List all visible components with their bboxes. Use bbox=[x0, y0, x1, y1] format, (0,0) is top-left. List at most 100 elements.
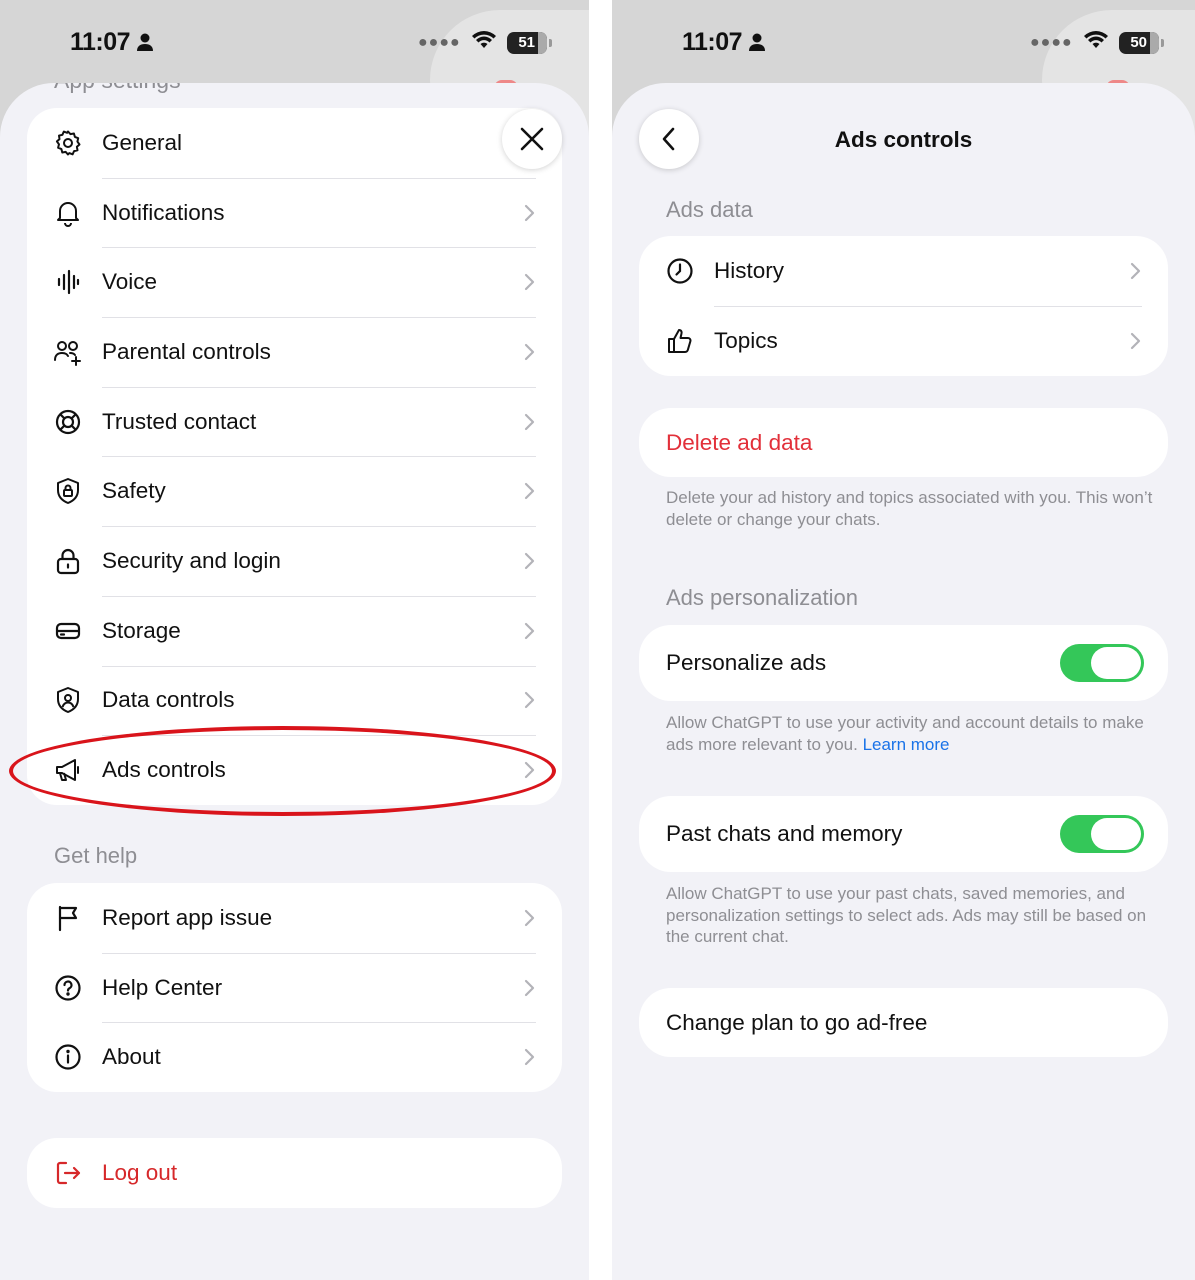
chevron-right-icon bbox=[524, 692, 535, 709]
ads-controls-sheet: Ads controls Ads data History Topics Del… bbox=[612, 83, 1195, 1280]
people-add-icon bbox=[53, 337, 83, 367]
person-icon bbox=[748, 30, 766, 59]
help-item-about[interactable]: About bbox=[27, 1022, 562, 1092]
chevron-right-icon bbox=[524, 622, 535, 639]
padlock-icon bbox=[53, 546, 83, 576]
logout-icon bbox=[53, 1158, 83, 1188]
settings-item-safety[interactable]: Safety bbox=[27, 456, 562, 526]
chevron-right-icon bbox=[524, 413, 535, 430]
settings-item-notifications[interactable]: Notifications bbox=[27, 177, 562, 248]
battery-icon: 50 bbox=[1118, 31, 1159, 54]
settings-item-label: Report app issue bbox=[102, 904, 273, 930]
settings-item-label: Storage bbox=[102, 617, 181, 643]
ads-data-label: History bbox=[714, 258, 785, 283]
settings-item-label: Security and login bbox=[102, 547, 281, 573]
settings-item-label: Notifications bbox=[102, 199, 225, 225]
chevron-right-icon bbox=[524, 1049, 535, 1066]
gear-icon bbox=[53, 128, 83, 158]
delete-ad-data-button[interactable]: Delete ad data bbox=[639, 408, 1168, 477]
logout-button[interactable]: Log out bbox=[27, 1138, 562, 1208]
personalize-ads-label: Personalize ads bbox=[666, 650, 827, 675]
personalize-ads-toggle[interactable] bbox=[1060, 644, 1144, 682]
status-bar-indicators: ●●●● 50 bbox=[1030, 30, 1164, 55]
chevron-right-icon bbox=[1130, 332, 1141, 350]
get-help-heading: Get help bbox=[54, 843, 138, 868]
settings-item-label: General bbox=[102, 129, 183, 155]
settings-item-label: Parental controls bbox=[102, 338, 271, 364]
battery-nub bbox=[548, 38, 552, 47]
page-title: Ads controls bbox=[834, 127, 973, 152]
past-chats-note: Allow ChatGPT to use your past chats, sa… bbox=[666, 884, 1147, 946]
cellular-signal-icon: ●●●● bbox=[1030, 33, 1073, 51]
info-circle-icon bbox=[53, 1042, 83, 1072]
lifebuoy-icon bbox=[53, 407, 83, 437]
close-icon bbox=[520, 127, 544, 151]
past-chats-label: Past chats and memory bbox=[666, 821, 903, 846]
megaphone-icon bbox=[53, 755, 83, 785]
ads-personalization-heading: Ads personalization bbox=[666, 585, 859, 610]
ads-data-item-history[interactable]: History bbox=[639, 236, 1168, 306]
chevron-right-icon bbox=[524, 552, 535, 570]
ads-controls-screen: 11:07 ●●●● 50 Ads controls Ads data Hist… bbox=[612, 0, 1195, 1280]
settings-item-parental-controls[interactable]: Parental controls bbox=[27, 317, 562, 387]
clock-icon bbox=[665, 256, 695, 286]
app-settings-card: General Notifications Voice Parental con… bbox=[27, 108, 562, 805]
status-bar-time: 11:07 bbox=[70, 28, 154, 59]
close-button[interactable] bbox=[502, 109, 562, 169]
shield-lock-icon bbox=[53, 476, 83, 506]
chevron-right-icon bbox=[524, 761, 535, 779]
person-icon bbox=[136, 30, 154, 59]
chevron-right-icon bbox=[1130, 262, 1141, 280]
settings-item-data-controls[interactable]: Data controls bbox=[27, 665, 562, 736]
chevron-right-icon bbox=[524, 979, 535, 996]
change-plan-button[interactable]: Change plan to go ad-free bbox=[639, 988, 1168, 1057]
status-bar-indicators: ●●●● 51 bbox=[418, 30, 552, 55]
personalize-ads-note: Allow ChatGPT to use your activity and a… bbox=[666, 712, 1155, 755]
settings-item-trusted-contact[interactable]: Trusted contact bbox=[27, 386, 562, 457]
toggle-knob bbox=[1091, 647, 1141, 679]
settings-screen: 11:07 ●●●● 51 App settings General Notif… bbox=[0, 0, 589, 1280]
settings-item-general[interactable]: General bbox=[27, 108, 562, 178]
help-item-report-app-issue[interactable]: Report app issue bbox=[27, 883, 562, 953]
battery-nub bbox=[1160, 38, 1164, 47]
toggle-knob bbox=[1091, 818, 1141, 850]
chevron-right-icon bbox=[524, 204, 535, 221]
battery-icon: 51 bbox=[506, 31, 547, 54]
settings-item-security-and-login[interactable]: Security and login bbox=[27, 526, 562, 596]
help-item-help-center[interactable]: Help Center bbox=[27, 952, 562, 1023]
ads-data-card: History Topics bbox=[639, 236, 1168, 376]
chevron-right-icon bbox=[524, 274, 535, 291]
wifi-icon bbox=[1083, 30, 1109, 55]
settings-item-label: Safety bbox=[102, 478, 166, 504]
learn-more-link[interactable]: Learn more bbox=[863, 735, 950, 754]
wifi-icon bbox=[471, 30, 497, 55]
shield-person-icon bbox=[53, 685, 83, 715]
get-help-card: Report app issue Help Center About bbox=[27, 883, 562, 1092]
settings-item-label: Ads controls bbox=[102, 757, 226, 783]
chevron-right-icon bbox=[524, 483, 535, 500]
change-plan-card: Change plan to go ad-free bbox=[639, 988, 1168, 1057]
settings-item-label: Data controls bbox=[102, 687, 235, 713]
delete-ad-data-card: Delete ad data bbox=[639, 408, 1168, 477]
chevron-right-icon bbox=[524, 343, 535, 361]
ads-data-item-topics[interactable]: Topics bbox=[639, 306, 1168, 376]
settings-sheet: App settings General Notifications Voice bbox=[0, 83, 589, 1280]
settings-item-voice[interactable]: Voice bbox=[27, 247, 562, 317]
past-chats-toggle[interactable] bbox=[1060, 815, 1144, 853]
settings-item-storage[interactable]: Storage bbox=[27, 595, 562, 666]
settings-item-ads-controls[interactable]: Ads controls bbox=[27, 735, 562, 805]
status-bar-time: 11:07 bbox=[682, 28, 766, 59]
question-circle-icon bbox=[53, 973, 83, 1003]
flag-icon bbox=[53, 903, 83, 933]
app-settings-heading: App settings bbox=[54, 83, 181, 94]
delete-ad-data-note: Delete your ad history and topics associ… bbox=[666, 488, 1153, 529]
settings-item-label: Help Center bbox=[102, 974, 223, 1000]
ads-data-heading: Ads data bbox=[666, 197, 753, 222]
settings-item-label: Trusted contact bbox=[102, 408, 257, 434]
personalize-ads-row: Personalize ads bbox=[639, 625, 1168, 701]
storage-drive-icon bbox=[53, 616, 83, 646]
cellular-signal-icon: ●●●● bbox=[418, 33, 461, 51]
logout-card: Log out bbox=[27, 1138, 562, 1208]
personalize-ads-card: Personalize ads bbox=[639, 625, 1168, 701]
chevron-right-icon bbox=[524, 909, 535, 926]
